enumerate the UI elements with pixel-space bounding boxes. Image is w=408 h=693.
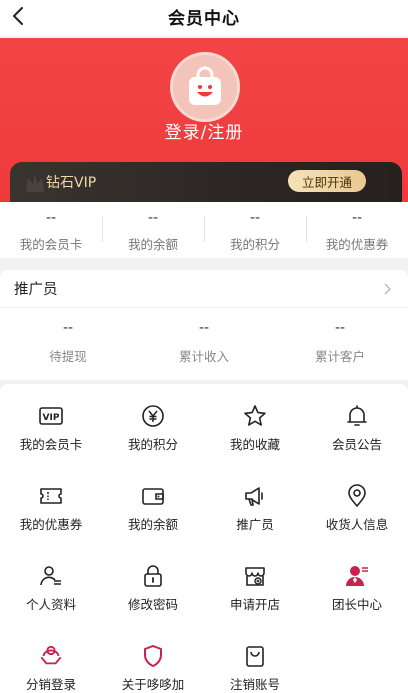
shop-bag-logo-icon [189,66,221,105]
location-pin-icon [345,484,369,508]
stat-balance[interactable]: -- 我的余额 [102,202,204,258]
login-register-link[interactable]: 登录/注册 [0,118,408,143]
member-stats: -- 我的会员卡 -- 我的余额 -- 我的积分 -- 我的优惠券 [0,202,408,258]
coupon-icon [39,484,63,508]
stat-member-card[interactable]: -- 我的会员卡 [0,202,102,258]
crown-icon [24,168,46,200]
grid-item-announcement[interactable]: 会员公告 [306,404,408,474]
nav-bar: 会员中心 [0,0,408,36]
svg-text:VIP: VIP [43,413,60,423]
stat-coupons[interactable]: -- 我的优惠券 [306,202,408,258]
bell-icon [345,404,369,428]
promoter-section: 推广员 -- 待提现 -- 累计收入 -- 累计客户 [0,270,408,380]
grid-item-open-store[interactable]: 申请开店 [204,564,306,634]
page-title: 会员中心 [168,9,240,29]
promoter-stat-income[interactable]: -- 累计收入 [136,308,272,365]
grid-item-receiver-info[interactable]: 收货人信息 [306,484,408,554]
grid-item-about[interactable]: 关于哆哆加 [102,644,204,693]
shield-icon [141,644,165,668]
vip-level-label: 钻石VIP [46,175,97,191]
promoter-stat-customers[interactable]: -- 累计客户 [272,308,408,365]
lock-icon [141,564,165,588]
grid-item-distribution-login[interactable]: 分销登录 [0,644,102,693]
grid-item-leader-center[interactable]: 团长中心 [306,564,408,634]
star-icon [243,404,267,428]
points-coin-icon [141,404,165,428]
avatar[interactable] [170,52,240,122]
promoter-stat-pending[interactable]: -- 待提现 [0,308,136,365]
bag-icon [243,644,267,668]
vip-card: 钻石VIP 立即开通 [10,162,402,202]
grid-item-coupons[interactable]: 我的优惠券 [0,484,102,554]
grid-item-delete-account[interactable]: 注销账号 [204,644,306,693]
grid-item-profile[interactable]: 个人资料 [0,564,102,634]
chevron-right-icon [380,282,394,296]
megaphone-icon [243,484,267,508]
activate-vip-button[interactable]: 立即开通 [288,170,366,192]
store-icon [243,564,267,588]
leader-icon [345,564,369,588]
grid-item-member-card[interactable]: VIP 我的会员卡 [0,404,102,474]
distribution-icon [39,644,63,668]
promoter-title: 推广员 [14,282,58,298]
grid-item-favorites[interactable]: 我的收藏 [204,404,306,474]
grid-item-balance[interactable]: 我的余额 [102,484,204,554]
promoter-header[interactable]: 推广员 [0,270,408,308]
member-hero: 登录/注册 钻石VIP 立即开通 [0,38,408,202]
user-profile-icon [39,564,63,588]
grid-item-change-password[interactable]: 修改密码 [102,564,204,634]
grid-item-points[interactable]: 我的积分 [102,404,204,474]
wallet-icon [141,484,165,508]
grid-item-promoter[interactable]: 推广员 [204,484,306,554]
vip-card-icon: VIP [39,404,63,428]
function-grid: VIP 我的会员卡 我的积分 我的收藏 会员公告 我的优惠券 我的余额 推广员 … [0,384,408,693]
stat-points[interactable]: -- 我的积分 [204,202,306,258]
